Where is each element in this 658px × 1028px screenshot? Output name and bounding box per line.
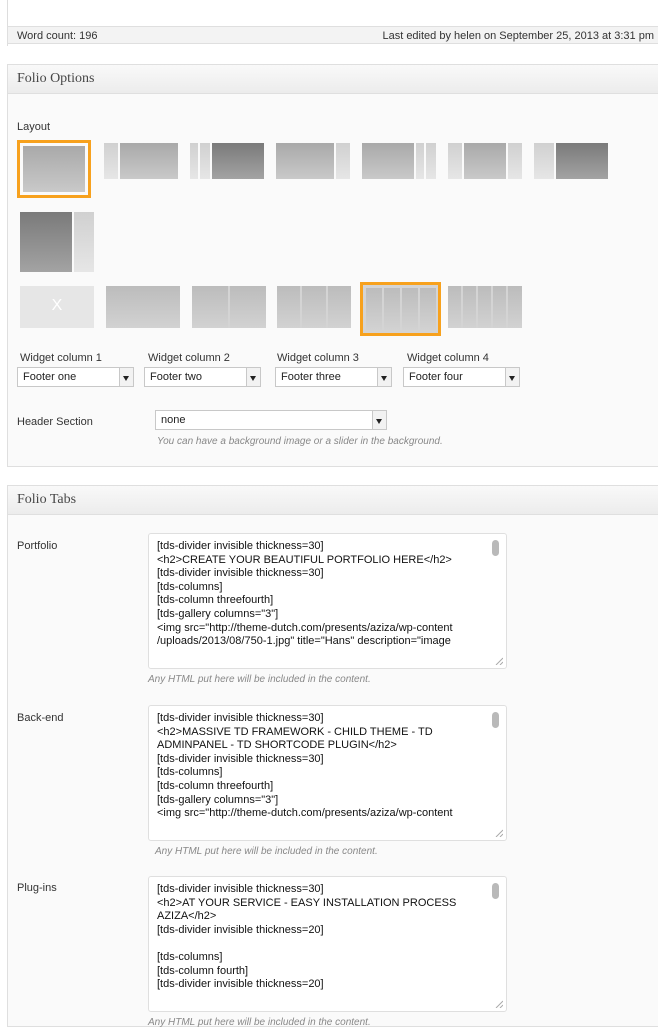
widget-column-2-label: Widget column 2 (148, 352, 230, 364)
layout-option-left-sidebar-dark[interactable] (534, 143, 608, 201)
widget-column-4-select[interactable]: Footer four (403, 367, 520, 387)
backend-textarea[interactable]: [tds-divider invisible thickness=30] <h2… (148, 705, 507, 841)
widget-column-1-select[interactable]: Footer one (17, 367, 134, 387)
chevron-down-icon (505, 368, 519, 386)
plugins-hint: Any HTML put here will be included in th… (148, 1017, 371, 1028)
post-status-info: Word count: 196 Last edited by helen on … (7, 26, 658, 44)
layout-option-right-sidebar[interactable] (276, 143, 350, 201)
backend-content: [tds-divider invisible thickness=30] <h2… (157, 712, 453, 820)
scrollbar-thumb[interactable] (492, 883, 499, 899)
folio-tabs-title[interactable]: Folio Tabs (8, 486, 658, 515)
resize-grip-icon[interactable] (495, 657, 503, 665)
chevron-down-icon (372, 411, 386, 429)
layout-option-two-right-sidebars[interactable] (362, 143, 436, 201)
widget-column-3-select[interactable]: Footer three (275, 367, 392, 387)
header-section-select[interactable]: none (155, 410, 387, 430)
portfolio-hint: Any HTML put here will be included in th… (148, 674, 371, 685)
backend-label: Back-end (17, 712, 64, 724)
header-section-label: Header Section (17, 416, 93, 428)
portfolio-content: [tds-divider invisible thickness=30] <h2… (157, 540, 453, 648)
chevron-down-icon (119, 368, 133, 386)
header-section-hint: You can have a background image or a sli… (157, 436, 443, 447)
layout-option-left-sidebar[interactable] (104, 143, 178, 201)
layout-label: Layout (17, 121, 51, 133)
portfolio-label: Portfolio (17, 540, 58, 552)
footer-option-two-columns[interactable] (192, 286, 266, 328)
resize-grip-icon[interactable] (495, 829, 503, 837)
backend-hint: Any HTML put here will be included in th… (155, 846, 378, 857)
widget-column-4-label: Widget column 4 (407, 352, 489, 364)
layout-option-both-sidebars[interactable] (448, 143, 522, 201)
folio-options-panel: Folio Options (7, 64, 658, 467)
folio-options-title[interactable]: Folio Options (8, 65, 658, 94)
footer-option-one-column[interactable] (106, 286, 180, 328)
plugins-content: [tds-divider invisible thickness=30] <h2… (157, 883, 457, 991)
footer-option-four-columns[interactable] (360, 282, 441, 336)
word-count: Word count: 196 (17, 30, 98, 42)
portfolio-textarea[interactable]: [tds-divider invisible thickness=30] <h2… (148, 533, 507, 669)
footer-option-three-columns[interactable] (277, 286, 351, 328)
layout-option-full-width[interactable] (17, 140, 91, 198)
widget-column-1-label: Widget column 1 (20, 352, 102, 364)
widget-column-3-label: Widget column 3 (277, 352, 359, 364)
plugins-textarea[interactable]: [tds-divider invisible thickness=30] <h2… (148, 876, 507, 1012)
close-icon: X (51, 297, 63, 314)
scrollbar-thumb[interactable] (492, 712, 499, 728)
widget-column-2-select[interactable]: Footer two (144, 367, 261, 387)
chevron-down-icon (377, 368, 391, 386)
layout-option-narrow-right[interactable] (20, 212, 94, 272)
last-edited: Last edited by helen on September 25, 20… (382, 30, 654, 42)
footer-option-five-columns[interactable] (448, 286, 522, 328)
footer-option-none[interactable]: X (20, 286, 94, 328)
scrollbar-thumb[interactable] (492, 540, 499, 556)
plugins-label: Plug-ins (17, 882, 57, 894)
resize-grip-icon[interactable] (495, 1000, 503, 1008)
layout-option-two-left-sidebars[interactable] (190, 143, 264, 201)
chevron-down-icon (246, 368, 260, 386)
